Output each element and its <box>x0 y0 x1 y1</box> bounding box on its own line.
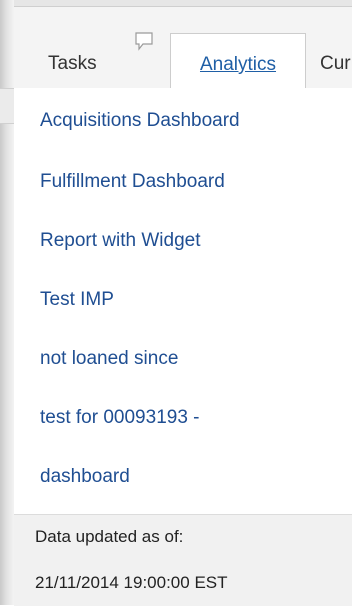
menu-item-dashboard[interactable]: dashboard <box>40 466 130 488</box>
tab-next[interactable]: Cur <box>320 41 351 87</box>
menu-item-acquisitions-dashboard[interactable]: Acquisitions Dashboard <box>40 110 240 132</box>
left-panel-edge <box>0 0 14 605</box>
tab-bar: Tasks Analytics Cur <box>14 7 352 95</box>
data-updated-label: Data updated as of: <box>35 527 184 546</box>
menu-item-test-imp[interactable]: Test IMP <box>40 289 114 311</box>
comment-bubble-icon[interactable] <box>134 31 154 51</box>
menu-item-test-for-00093193[interactable]: test for 00093193 - <box>40 407 200 429</box>
left-panel-strip <box>0 88 14 124</box>
top-border <box>0 0 352 7</box>
menu-item-not-loaned-since[interactable]: not loaned since <box>40 348 178 370</box>
data-updated-timestamp: 21/11/2014 19:00:00 EST <box>35 573 228 592</box>
tab-tasks[interactable]: Tasks <box>48 41 97 87</box>
menu-item-report-with-widget[interactable]: Report with Widget <box>40 230 201 252</box>
tab-analytics[interactable]: Analytics <box>170 33 306 95</box>
menu-item-fulfillment-dashboard[interactable]: Fulfillment Dashboard <box>40 171 225 193</box>
data-updated-footer: Data updated as of: 21/11/2014 19:00:00 … <box>14 514 352 606</box>
